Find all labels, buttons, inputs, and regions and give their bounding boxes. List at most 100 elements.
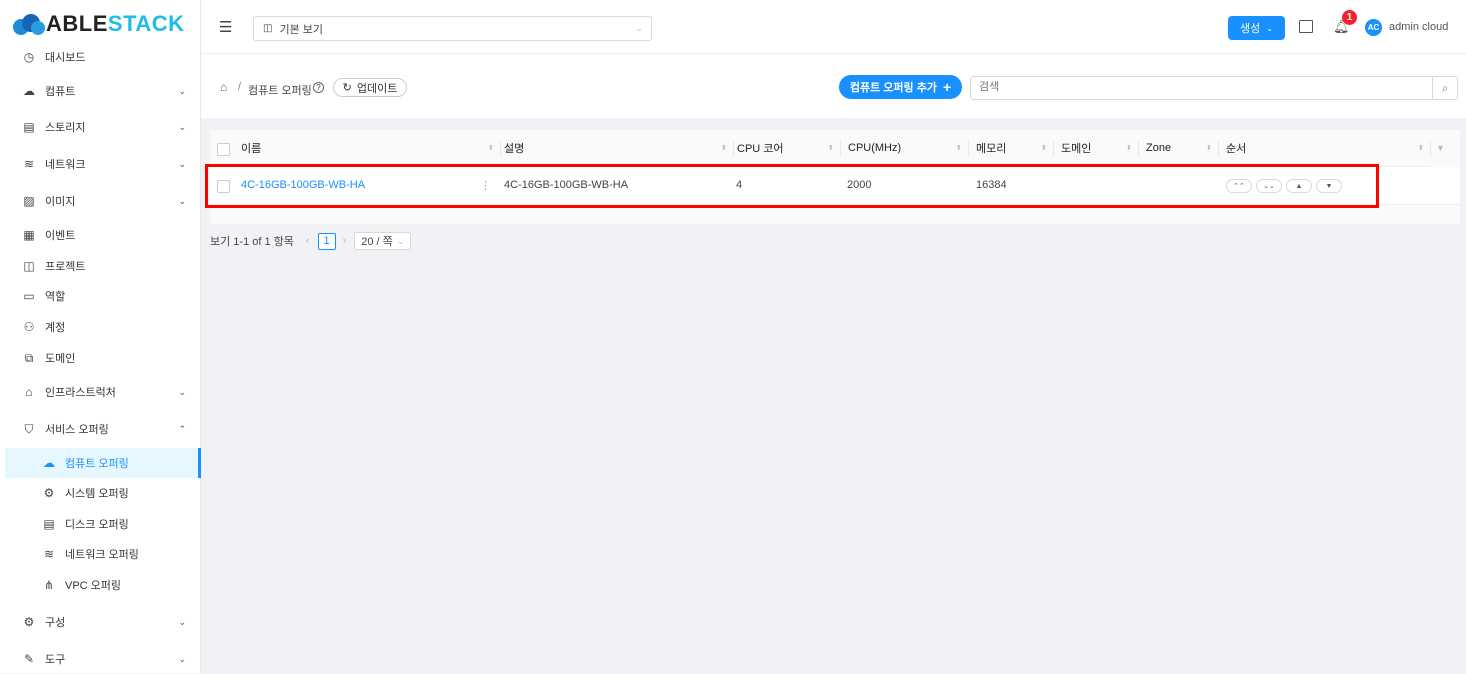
sidebar-item[interactable]: ☁ 컴퓨트 ⌄ <box>0 76 200 106</box>
chevron-icon: ⌄ <box>178 158 186 169</box>
menu-fold-icon[interactable]: ☰ <box>219 18 232 36</box>
sidebar-item-label: 스토리지 <box>45 122 86 134</box>
column-header-label: 이름 <box>241 143 262 155</box>
filter-icon[interactable]: ▼ <box>1436 143 1445 153</box>
wifi-icon: ≋ <box>43 547 55 561</box>
logo-text-able: ABLE <box>46 11 108 36</box>
help-icon[interactable]: ? <box>313 82 324 93</box>
pagination: 보기 1-1 of 1 항목 ‹ 1 › 20 / 쪽 ⌄ <box>210 232 412 250</box>
column-divider <box>1218 141 1219 157</box>
column-header[interactable]: CPU(MHz) <box>848 130 968 167</box>
create-label: 생성 <box>1240 23 1261 35</box>
sidebar-item[interactable]: ⚙ 구성 ⌄ <box>0 607 200 637</box>
chevron-icon: ⌃ <box>178 423 186 434</box>
update-label: 업데이트 <box>356 82 398 95</box>
sidebar-item-label: 계정 <box>45 322 66 334</box>
column-header[interactable]: CPU 코어 <box>737 130 840 167</box>
sidebar-item[interactable]: ▤ 디스크 오퍼링 <box>0 509 200 539</box>
cloud-logo-icon <box>13 14 45 35</box>
sidebar-item-label: 서비스 오퍼링 <box>45 424 109 436</box>
sidebar-item-label: 이미지 <box>45 196 76 208</box>
sort-icon[interactable]: ⬍ <box>1206 144 1212 152</box>
sidebar-item[interactable]: ☁ 컴퓨트 오퍼링 <box>5 448 201 478</box>
sidebar-item[interactable]: ⋔ VPC 오퍼링 <box>0 570 200 600</box>
sidebar-item[interactable]: ⚇ 계정 <box>0 312 200 342</box>
sidebar-item[interactable]: ⚙ 시스템 오퍼링 <box>0 478 200 508</box>
column-header[interactable]: 설명 <box>504 130 733 167</box>
column-header[interactable]: 순서 <box>1226 130 1430 167</box>
sidebar-item[interactable]: ⛉ 서비스 오퍼링 ⌃ <box>0 414 200 444</box>
next-page-icon[interactable]: › <box>343 235 347 247</box>
page-1-button[interactable]: 1 <box>317 232 336 250</box>
column-divider <box>968 141 969 157</box>
sort-icon[interactable]: ⬍ <box>1041 144 1047 152</box>
chevron-icon: ⌄ <box>178 616 186 627</box>
cloud-icon: ☁ <box>43 456 55 470</box>
create-button[interactable]: 생성 ⌄ <box>1228 16 1285 40</box>
sort-icon[interactable]: ⬍ <box>1126 144 1132 152</box>
image-upload-icon[interactable] <box>1299 20 1313 33</box>
plus-icon: + <box>942 79 952 95</box>
home-icon[interactable]: ⌂ <box>220 80 227 94</box>
ablestack-logo[interactable]: ABLE STACK <box>12 11 185 36</box>
sidebar-item-label: 디스크 오퍼링 <box>65 519 129 531</box>
sidebar-item[interactable]: ⌂ 인프라스트럭처 ⌄ <box>0 377 200 407</box>
breadcrumb-current: 컴퓨트 오퍼링 <box>248 85 312 97</box>
column-header-label: 순서 <box>1226 143 1247 155</box>
sort-icon[interactable]: ⬍ <box>721 144 727 152</box>
column-divider <box>1138 141 1139 157</box>
update-button[interactable]: ↻ 업데이트 <box>333 78 407 97</box>
sidebar-item[interactable]: ◫ 프로젝트 <box>0 251 200 281</box>
add-compute-offering-button[interactable]: 컴퓨트 오퍼링 추가 + <box>839 75 962 99</box>
page-size-select[interactable]: 20 / 쪽 ⌄ <box>354 232 412 250</box>
sidebar-item[interactable]: ⧉ 도메인 <box>0 343 200 373</box>
storage-icon: ▤ <box>23 120 35 134</box>
column-header[interactable]: 이름 <box>241 130 500 167</box>
schedule-icon: ▦ <box>23 228 35 242</box>
sidebar-item[interactable]: ▦ 이벤트 <box>0 220 200 250</box>
chevron-icon: ⌄ <box>178 85 186 96</box>
sort-icon[interactable]: ⬍ <box>1418 144 1424 152</box>
sidebar-item[interactable]: ≋ 네트워크 오퍼링 <box>0 539 200 569</box>
sidebar-item-label: 대시보드 <box>45 52 86 64</box>
deployment-unit-icon: ⋔ <box>43 578 55 592</box>
reload-icon: ↻ <box>342 82 352 94</box>
sidebar-item[interactable]: ▭ 역할 <box>0 281 200 311</box>
sidebar: ABLE STACK ◷ 대시보드 ☁ 컴퓨트 ⌄ ▤ 스토리지 ⌄ ≋ 네트워크 ⌄ ▨ 이미지 ⌄ ▦ 이벤… <box>0 0 201 673</box>
sidebar-item[interactable]: ✎ 도구 ⌄ <box>0 644 200 674</box>
column-header-label: 도메인 <box>1061 143 1092 155</box>
search-field[interactable] <box>979 81 1419 93</box>
project-icon: ◫ <box>23 259 35 273</box>
project-select-value: 기본 보기 <box>279 23 323 36</box>
sort-icon[interactable]: ⬍ <box>956 144 962 152</box>
shopping-icon: ⛉ <box>24 421 34 436</box>
sidebar-item[interactable]: ◷ 대시보드 <box>0 42 200 72</box>
avatar[interactable]: AC <box>1365 19 1382 36</box>
column-header-label: CPU 코어 <box>737 143 784 155</box>
hdd-icon: ▤ <box>43 517 55 531</box>
idcard-icon: ▭ <box>23 289 35 303</box>
search-icon[interactable]: ⌕ <box>1432 77 1457 99</box>
user-name[interactable]: admin cloud <box>1389 21 1448 33</box>
project-select[interactable]: ◫ 기본 보기 ⌄ <box>253 16 652 41</box>
column-header-label: CPU(MHz) <box>848 142 902 154</box>
add-label: 컴퓨트 오퍼링 추가 <box>849 82 937 94</box>
sort-icon[interactable]: ⬍ <box>828 144 834 152</box>
column-divider <box>1430 141 1431 157</box>
bank-icon: ⌂ <box>25 385 33 399</box>
sidebar-item-label: 네트워크 오퍼링 <box>65 549 139 561</box>
chevron-icon: ⌄ <box>178 386 186 397</box>
sidebar-item-label: 도메인 <box>45 353 76 365</box>
sidebar-item[interactable]: ▤ 스토리지 ⌄ <box>0 112 200 142</box>
chevron-down-icon: ⌄ <box>396 235 405 246</box>
sidebar-item[interactable]: ≋ 네트워크 ⌄ <box>0 149 200 179</box>
top-header: ☰ ◫ 기본 보기 ⌄ 생성 ⌄ 🔔︎ 1 AC admin cloud <box>201 0 1466 54</box>
prev-page-icon[interactable]: ‹ <box>306 235 310 247</box>
sidebar-item-label: 네트워크 <box>45 159 86 171</box>
sidebar-item[interactable]: ▨ 이미지 ⌄ <box>0 186 200 216</box>
sort-icon[interactable]: ⬍ <box>488 144 494 152</box>
tool-icon: ✎ <box>23 652 35 666</box>
search-input[interactable]: ⌕ <box>970 76 1458 100</box>
select-all-checkbox[interactable] <box>217 143 230 156</box>
chevron-icon: ⌄ <box>178 195 186 206</box>
